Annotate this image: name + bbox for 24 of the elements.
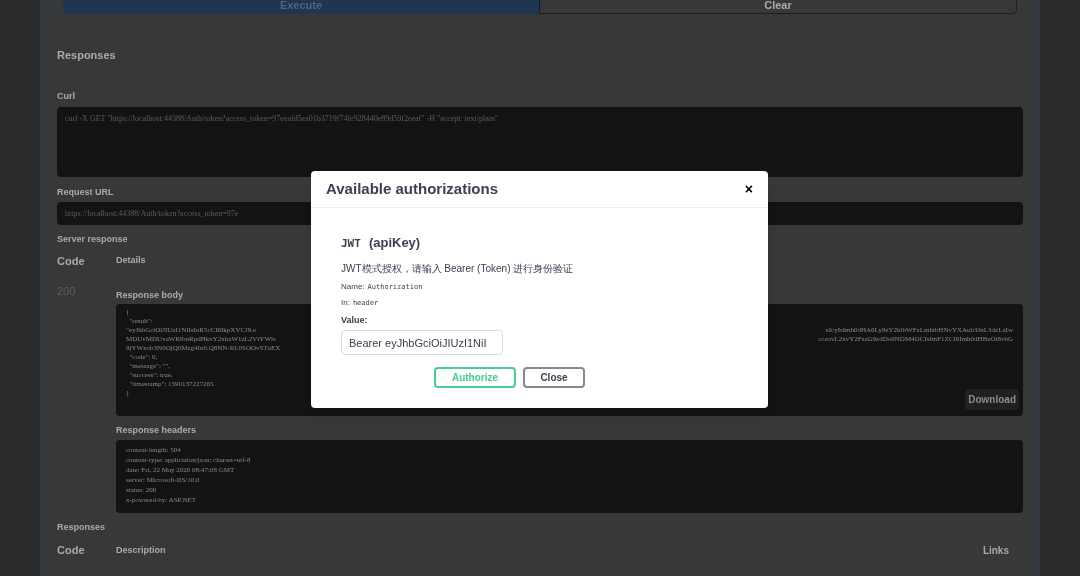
- column-header: Code: [57, 253, 86, 269]
- column-header: Links: [982, 543, 1009, 558]
- clear-button[interactable]: Clear: [539, 0, 1017, 14]
- curl-label: Curl: [57, 90, 75, 103]
- column-header: Details: [116, 254, 146, 268]
- section-title: Responses: [57, 47, 116, 63]
- dialog-title: Available authorizations: [326, 178, 498, 199]
- column-header: Description: [116, 543, 166, 557]
- close-button[interactable]: Close: [523, 367, 585, 388]
- response-headers-label: Response headers: [116, 424, 197, 437]
- response-body-label: Response body: [116, 288, 183, 302]
- download-button[interactable]: Download: [965, 389, 1019, 410]
- value-label: Value:: [341, 313, 368, 327]
- value-field[interactable]: Bearer eyJhbGciOiJIUzI1NiI: [341, 330, 503, 355]
- responses-title: Responses: [57, 520, 106, 534]
- curl-command: curl -X GET "https://localhost:44388/Auth/token?access_token=97eeafd5ea01b3719f74fe928440e89d59f2eeaf" -H "accept: text/plain": [57, 106, 1023, 177]
- scheme-name: JWT: [341, 236, 361, 252]
- in-label: In:: [341, 296, 350, 309]
- name-label: Name:: [341, 280, 365, 293]
- server-response-label: Server response: [57, 233, 128, 246]
- scheme-type: (apiKey): [368, 234, 421, 252]
- column-header: Code: [57, 543, 86, 558]
- scheme-description: JWT模式授权，请输入 Bearer (Token) 进行身份验证: [341, 261, 574, 276]
- request-url-label: Request URL: [57, 185, 114, 199]
